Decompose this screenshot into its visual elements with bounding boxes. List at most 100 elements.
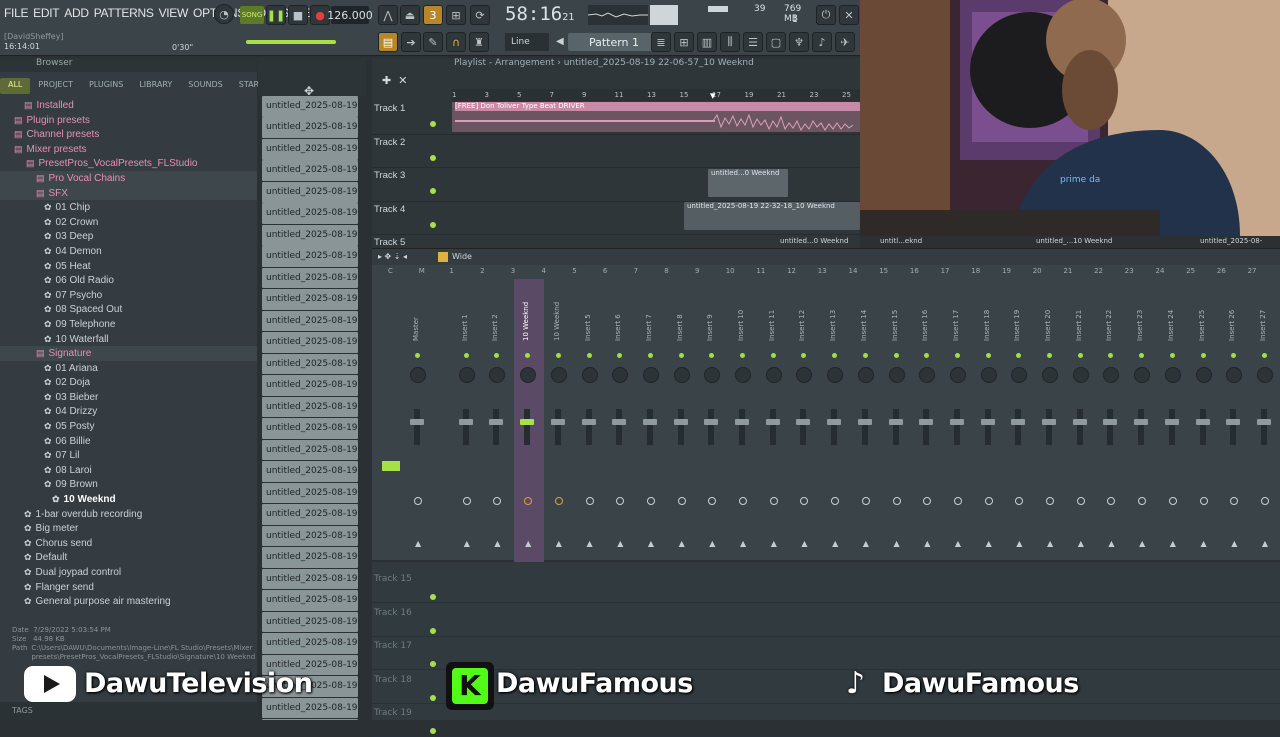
piano-roll-icon[interactable]: ⊞ (674, 32, 694, 52)
strip-enable-led[interactable] (985, 353, 991, 358)
snap-select[interactable]: Line (505, 33, 549, 51)
track-row[interactable]: Track 16 (372, 604, 1280, 637)
file-item[interactable]: untitled_2025-08-19 22- (262, 611, 358, 633)
tree-folder[interactable]: ▤ Pro Vocal Chains (0, 170, 257, 186)
pan-knob[interactable] (827, 367, 844, 383)
track-name[interactable]: Track 3 (374, 170, 405, 181)
pencil-icon[interactable]: ✎ (423, 32, 443, 52)
strip-enable-led[interactable] (801, 353, 807, 358)
track-mute-led[interactable] (430, 694, 436, 701)
route-arrow-icon[interactable]: ▲ (1231, 539, 1237, 548)
strip-enable-led[interactable] (709, 353, 715, 358)
volume-fader[interactable] (953, 409, 960, 445)
record-arm-icon[interactable] (585, 497, 594, 505)
track-name[interactable]: Track 17 (374, 641, 412, 651)
tuner-icon[interactable]: ♪ (812, 32, 832, 52)
volume-fader[interactable] (524, 409, 531, 445)
mixer-strip[interactable]: Insert 22 ▲ (1097, 279, 1127, 569)
file-item[interactable]: untitled_2025-08-19 21- (262, 160, 358, 182)
record-arm-icon[interactable] (1015, 497, 1024, 505)
route-arrow-icon[interactable]: ▲ (464, 539, 470, 548)
mixer-strip[interactable]: Insert 16 ▲ (913, 279, 943, 569)
fader-cap[interactable] (980, 419, 995, 425)
record-arm-icon[interactable] (414, 497, 422, 505)
route-arrow-icon[interactable]: ▲ (1016, 539, 1022, 548)
fader-cap[interactable] (1072, 419, 1087, 425)
loop-record-icon[interactable]: ⟳ (470, 5, 490, 25)
tree-preset[interactable]: ✿ Flanger send (0, 580, 257, 595)
tree-preset[interactable]: ✿ 04 Drizzy (0, 404, 257, 419)
stop-button[interactable]: ■ (288, 5, 308, 25)
fader-cap[interactable] (1256, 419, 1271, 425)
fader-cap[interactable] (550, 419, 565, 425)
bottom-clip-label[interactable]: untitled_...10 Weeknd (1036, 237, 1112, 245)
strip-enable-led[interactable] (415, 353, 420, 358)
browser-tab-sounds[interactable]: SOUNDS (180, 78, 230, 94)
strip-enable-led[interactable] (954, 353, 960, 358)
tree-folder[interactable]: ▤ PresetPros_VocalPresets_FLStudio (0, 156, 257, 171)
volume-fader[interactable] (984, 409, 991, 445)
volume-fader[interactable] (616, 409, 623, 445)
file-item[interactable]: untitled_2025-08-19 21- (262, 439, 358, 461)
magnet-icon[interactable]: ∩ (446, 32, 466, 52)
file-item[interactable]: untitled_2025-08-19 22- (262, 461, 358, 482)
mixer-strip[interactable]: Insert 1 ▲ (453, 279, 483, 569)
pan-knob[interactable] (1195, 367, 1212, 383)
file-item[interactable]: untitled_2025-08-19 22- (262, 633, 358, 654)
tree-preset[interactable]: ✿ 04 Demon (0, 244, 257, 259)
pan-knob[interactable] (581, 367, 598, 383)
menu-edit[interactable]: EDIT (33, 6, 59, 20)
fader-cap[interactable] (1164, 419, 1179, 425)
strip-enable-led[interactable] (924, 353, 930, 358)
strip-enable-led[interactable] (678, 353, 684, 358)
file-item[interactable]: untitled_2025-08-19 22- (262, 568, 358, 590)
tree-preset[interactable]: ✿ 1-bar overdub recording (0, 507, 257, 522)
channel-rack-icon[interactable]: ▥ (697, 32, 717, 52)
mixer-strip[interactable]: Insert 15 ▲ (883, 279, 913, 569)
route-arrow-icon[interactable]: ▲ (415, 539, 421, 548)
countdown-icon[interactable]: 3 (423, 5, 443, 25)
tree-folder[interactable]: ▤ Plugin presets (0, 113, 257, 128)
fader-cap[interactable] (857, 419, 872, 425)
route-arrow-icon[interactable]: ▲ (1108, 539, 1114, 548)
mixer-strip[interactable]: Insert 10 ▲ (729, 279, 759, 569)
route-arrow-icon[interactable]: ▲ (1078, 539, 1084, 548)
file-item[interactable]: untitled_2025-08-19 21- (262, 289, 358, 310)
pan-knob[interactable] (1164, 367, 1181, 383)
file-item[interactable]: untitled_2025-08-19 22- (262, 547, 358, 568)
mixer-strip[interactable]: Insert 23 ▲ (1128, 279, 1158, 569)
pan-knob[interactable] (888, 367, 905, 383)
volume-fader[interactable] (414, 409, 420, 445)
fader-cap[interactable] (1195, 419, 1210, 425)
strip-enable-led[interactable] (586, 353, 592, 358)
bottom-clip-label[interactable]: untitled_2025-08- (1200, 237, 1262, 245)
volume-fader[interactable] (1230, 409, 1237, 445)
tree-preset[interactable]: ✿ General purpose air mastering (0, 594, 257, 609)
record-arm-icon[interactable] (708, 497, 717, 505)
file-item[interactable]: untitled_2025-08-19 21- (262, 203, 358, 225)
tree-preset[interactable]: ✿ Dual joypad control (0, 565, 257, 580)
track-name[interactable]: Track 19 (374, 708, 412, 718)
fader-cap[interactable] (1042, 419, 1056, 425)
track-mute-led[interactable] (430, 661, 436, 667)
volume-fader[interactable] (646, 409, 653, 445)
route-arrow-icon[interactable]: ▲ (986, 539, 992, 548)
mixer-strip[interactable]: Insert 8 ▲ (668, 279, 698, 569)
route-arrow-icon[interactable]: ▲ (832, 539, 838, 548)
route-arrow-icon[interactable]: ▲ (1047, 539, 1053, 548)
pan-knob[interactable] (1256, 367, 1273, 383)
track-mute-led[interactable] (430, 221, 436, 228)
master-volume-slider[interactable] (246, 40, 336, 44)
file-item[interactable]: untitled_2025-08-19 22- (262, 590, 358, 611)
tree-preset[interactable]: ✿ 02 Crown (0, 215, 257, 230)
browser-tab-library[interactable]: LIBRARY (131, 78, 180, 94)
bottom-clip-label[interactable]: untitled...0 Weeknd (780, 237, 848, 245)
file-item[interactable]: untitled_2025-08-19 22- (262, 525, 358, 547)
strip-enable-led[interactable] (555, 353, 561, 358)
mixer-strip[interactable]: 10 Weeknd ▲ (545, 279, 575, 569)
mixer-icon[interactable]: ⫼ (720, 32, 740, 52)
volume-fader[interactable] (769, 409, 776, 445)
record-arm-icon[interactable] (554, 497, 563, 505)
clip-track3[interactable]: untitled...0 Weeknd (708, 169, 788, 197)
strip-enable-led[interactable] (862, 353, 868, 358)
